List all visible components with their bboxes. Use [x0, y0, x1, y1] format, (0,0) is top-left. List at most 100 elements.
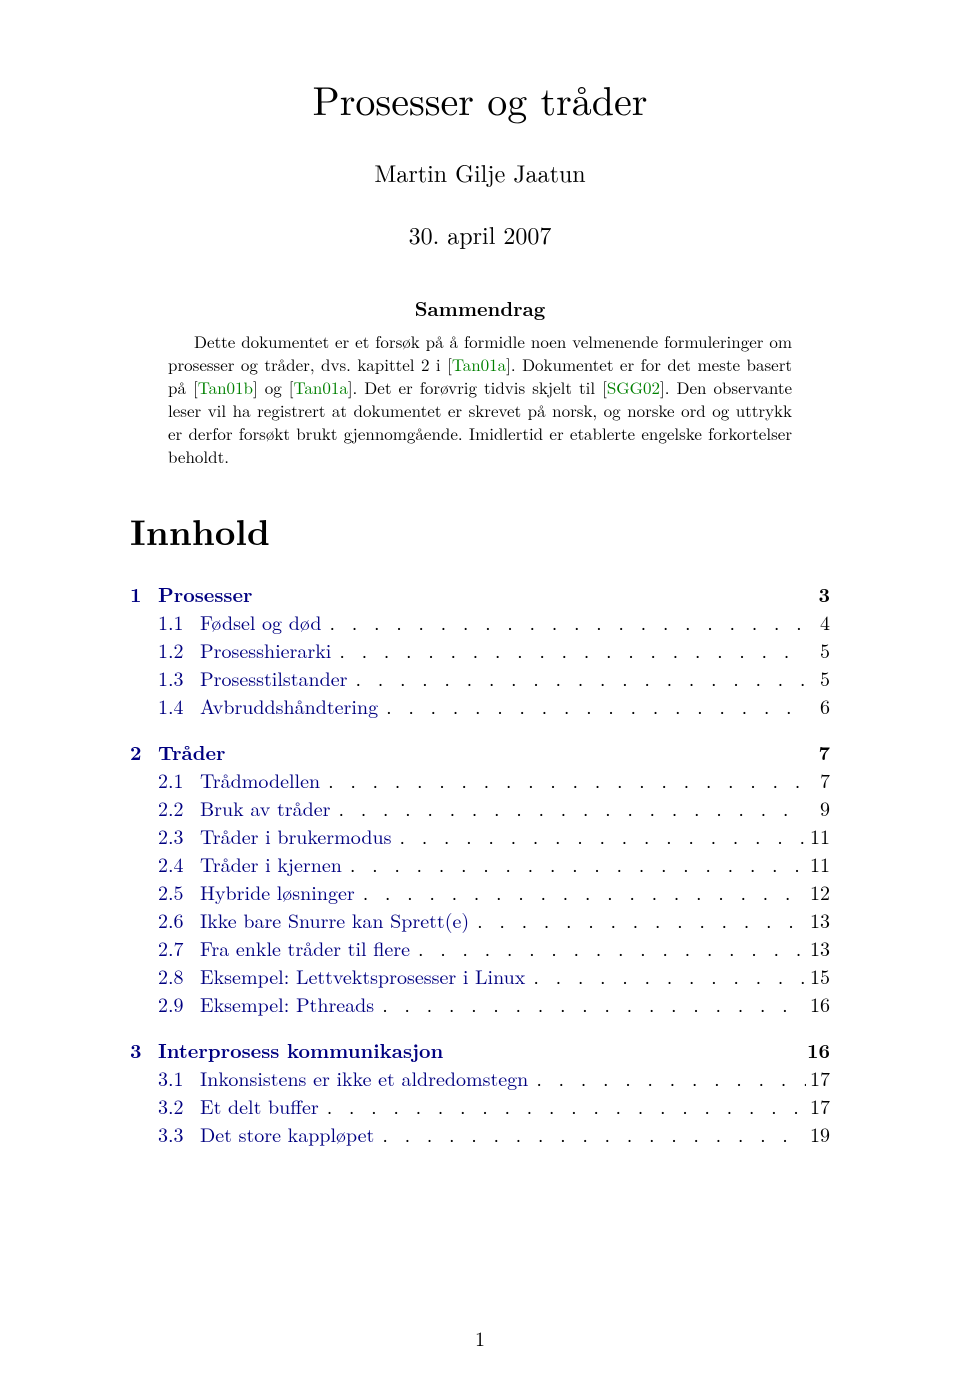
toc-subsection-page: 12	[806, 878, 830, 906]
toc-subsection[interactable]: 2.5Hybride løsninger. . . . . . . . . . …	[158, 878, 830, 906]
citation[interactable]: Tan01a	[294, 375, 348, 399]
toc-subsection-number: 2.1	[158, 766, 200, 794]
toc-subsection[interactable]: 2.2Bruk av tråder. . . . . . . . . . . .…	[158, 794, 830, 822]
toc-section[interactable]: 2Tråder7	[130, 738, 830, 766]
toc-leader-dots: . . . . . . . . . . . . . . . . . . . . …	[319, 1092, 806, 1120]
toc-subsection-label: Fra enkle tråder til flere	[200, 934, 410, 962]
toc-subsection[interactable]: 2.3Tråder i brukermodus. . . . . . . . .…	[158, 822, 830, 850]
toc: 1Prosesser31.1Fødsel og død. . . . . . .…	[130, 580, 830, 1148]
toc-subsection-label: Ikke bare Snurre kan Sprett(e)	[200, 906, 469, 934]
toc-subsection-number: 2.2	[158, 794, 200, 822]
toc-leader-dots: . . . . . . . . . . . . . . . . . . . . …	[342, 850, 806, 878]
toc-subsection-label: Det store kappløpet	[200, 1120, 374, 1148]
citation[interactable]: Tan01a	[452, 352, 506, 376]
toc-leader-dots: . . . . . . . . . . . . . . . . . . . . …	[322, 608, 806, 636]
toc-subsection-page: 19	[806, 1120, 830, 1148]
abstract: Dette dokumentet er et forsøk på å formi…	[168, 330, 792, 468]
toc-subsection-label: Eksempel: Pthreads	[200, 990, 374, 1018]
toc-section-number: 3	[130, 1036, 158, 1064]
page-number: 1	[0, 1323, 960, 1352]
toc-leader-dots: . . . . . . . . . . . . . . . . . . . . …	[391, 822, 806, 850]
toc-subsection[interactable]: 1.2Prosesshierarki. . . . . . . . . . . …	[158, 636, 830, 664]
toc-subsection[interactable]: 2.7Fra enkle tråder til flere. . . . . .…	[158, 934, 830, 962]
toc-subsection[interactable]: 3.3Det store kappløpet. . . . . . . . . …	[158, 1120, 830, 1148]
toc-leader-dots: . . . . . . . . . . . . . . . . . . . . …	[410, 934, 806, 962]
toc-subsection-label: Trådmodellen	[200, 766, 320, 794]
toc-subsection-page: 17	[806, 1064, 830, 1092]
toc-section-label: Interprosess kommunikasjon	[158, 1036, 443, 1064]
citation[interactable]: Tan01b	[198, 375, 253, 399]
citation[interactable]: SGG02	[607, 375, 660, 399]
toc-subsection-label: Hybride løsninger	[200, 878, 355, 906]
toc-subsection-number: 2.4	[158, 850, 200, 878]
toc-section[interactable]: 3Interprosess kommunikasjon 16	[130, 1036, 830, 1064]
toc-subsection-number: 1.1	[158, 608, 200, 636]
toc-leader-dots: . . . . . . . . . . . . . . . . . . . . …	[330, 794, 806, 822]
toc-subsection-label: Inkonsistens er ikke et aldredomstegn	[200, 1064, 528, 1092]
toc-subsection-label: Avbruddshåndtering	[200, 692, 378, 720]
toc-subsection-page: 16	[806, 990, 830, 1018]
toc-subsection[interactable]: 1.4Avbruddshåndtering. . . . . . . . . .…	[158, 692, 830, 720]
toc-subsection-number: 3.2	[158, 1092, 200, 1120]
toc-subsection-number: 2.7	[158, 934, 200, 962]
toc-subsection[interactable]: 1.3Prosesstilstander. . . . . . . . . . …	[158, 664, 830, 692]
toc-subsection-page: 5	[806, 664, 830, 692]
toc-subsection-label: Et delt buffer	[200, 1092, 319, 1120]
toc-subsection[interactable]: 3.1Inkonsistens er ikke et aldredomstegn…	[158, 1064, 830, 1092]
toc-section-label: Tråder	[158, 738, 226, 766]
toc-leader-dots: . . . . . . . . . . . . . . . . . . . . …	[374, 1120, 806, 1148]
toc-subsection-label: Prosesshierarki	[200, 636, 331, 664]
toc-subsection-number: 1.2	[158, 636, 200, 664]
toc-title: Innhold	[130, 504, 830, 556]
toc-subsection-label: Tråder i brukermodus	[200, 822, 391, 850]
toc-subsection[interactable]: 2.4Tråder i kjernen. . . . . . . . . . .…	[158, 850, 830, 878]
toc-subsection-page: 6	[806, 692, 830, 720]
toc-subsection-label: Fødsel og død	[200, 608, 322, 636]
toc-subsection-page: 11	[806, 822, 830, 850]
toc-subsection-page: 9	[806, 794, 830, 822]
toc-section[interactable]: 1Prosesser 3	[130, 580, 830, 608]
toc-leader-dots: . . . . . . . . . . . . . . . . . . . . …	[469, 906, 806, 934]
toc-leader-dots: . . . . . . . . . . . . . . . . . . . . …	[528, 1064, 806, 1092]
abstract-header: Sammendrag	[130, 293, 830, 322]
toc-subsection-page: 5	[806, 636, 830, 664]
toc-subsection-page: 13	[806, 934, 830, 962]
toc-leader-dots: . . . . . . . . . . . . . . . . . . . . …	[320, 766, 806, 794]
abstract-text: ]. Det er forøvrig tidvis skjelt til [	[348, 375, 607, 399]
toc-subsection-page: 11	[806, 850, 830, 878]
toc-section-number: 2	[130, 738, 158, 766]
toc-subsection[interactable]: 1.1Fødsel og død. . . . . . . . . . . . …	[158, 608, 830, 636]
toc-subsection-number: 2.3	[158, 822, 200, 850]
toc-subsection-page: 15	[806, 962, 830, 990]
toc-section-page: 16	[799, 1036, 830, 1064]
toc-subsection-number: 3.3	[158, 1120, 200, 1148]
toc-subsection[interactable]: 2.9Eksempel: Pthreads. . . . . . . . . .…	[158, 990, 830, 1018]
toc-subsection-number: 1.4	[158, 692, 200, 720]
page: Prosesser og tråder Martin Gilje Jaatun …	[0, 0, 960, 1386]
toc-section-number: 1	[130, 580, 158, 608]
toc-leader-dots: . . . . . . . . . . . . . . . . . . . . …	[355, 878, 806, 906]
toc-section-label: Prosesser	[158, 580, 253, 608]
toc-subsection-number: 2.5	[158, 878, 200, 906]
document-title: Prosesser og tråder	[130, 70, 830, 127]
toc-subsection-number: 2.8	[158, 962, 200, 990]
toc-leader-dots: . . . . . . . . . . . . . . . . . . . . …	[378, 692, 806, 720]
toc-subsection[interactable]: 3.2Et delt buffer. . . . . . . . . . . .…	[158, 1092, 830, 1120]
toc-subsection-page: 17	[806, 1092, 830, 1120]
abstract-text: ] og [	[253, 375, 294, 399]
toc-subsection-page: 4	[806, 608, 830, 636]
toc-subsection[interactable]: 2.1Trådmodellen. . . . . . . . . . . . .…	[158, 766, 830, 794]
abstract-text: ].	[660, 375, 669, 399]
toc-subsection-label: Eksempel: Lettvektsprosesser i Linux	[200, 962, 525, 990]
toc-subsection-label: Tråder i kjernen	[200, 850, 342, 878]
toc-leader-dots: . . . . . . . . . . . . . . . . . . . . …	[525, 962, 806, 990]
toc-subsection[interactable]: 2.6Ikke bare Snurre kan Sprett(e). . . .…	[158, 906, 830, 934]
toc-subsection-number: 3.1	[158, 1064, 200, 1092]
document-date: 30. april 2007	[130, 217, 830, 251]
toc-section-page: 3	[811, 580, 831, 608]
toc-subsection[interactable]: 2.8Eksempel: Lettvektsprosesser i Linux.…	[158, 962, 830, 990]
toc-subsection-number: 2.6	[158, 906, 200, 934]
toc-leader-dots: . . . . . . . . . . . . . . . . . . . . …	[348, 664, 807, 692]
document-author: Martin Gilje Jaatun	[130, 155, 830, 189]
toc-leader-dots: . . . . . . . . . . . . . . . . . . . . …	[374, 990, 806, 1018]
